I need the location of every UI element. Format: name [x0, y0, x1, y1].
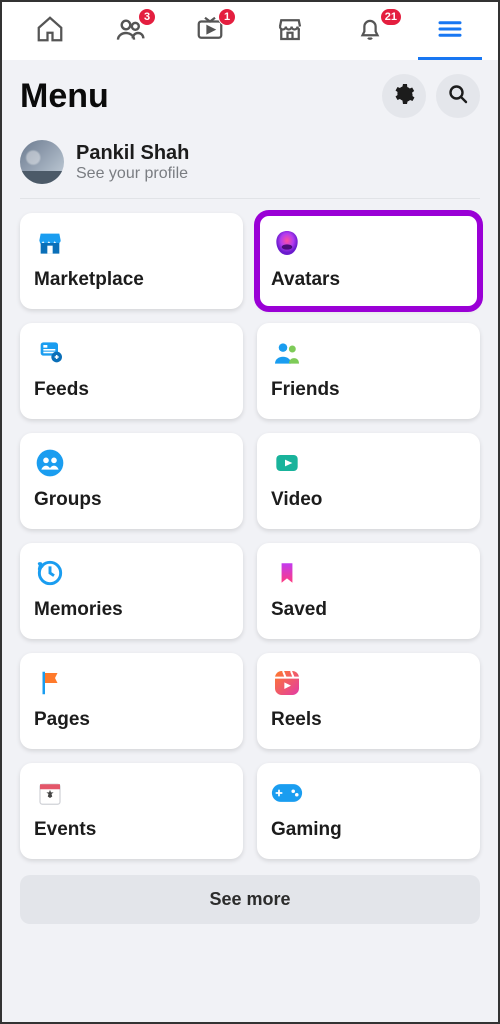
card-saved[interactable]: Saved: [257, 543, 480, 639]
hamburger-icon: [435, 14, 465, 49]
search-button[interactable]: [436, 74, 480, 118]
nav-menu[interactable]: [410, 2, 490, 60]
menu-header: Menu: [20, 74, 480, 118]
menu-page: Menu Pankil Shah See your profile Market…: [2, 60, 498, 1022]
profile-sub: See your profile: [76, 165, 189, 183]
card-friends[interactable]: Friends: [257, 323, 480, 419]
profile-text: Pankil Shah See your profile: [76, 142, 189, 183]
card-label: Video: [271, 489, 466, 511]
search-icon: [446, 82, 470, 111]
settings-button[interactable]: [382, 74, 426, 118]
videos-badge: 1: [218, 8, 236, 26]
card-label: Avatars: [271, 269, 466, 291]
clock-icon: [34, 557, 66, 589]
card-reels[interactable]: Reels: [257, 653, 480, 749]
storefront-icon: [275, 14, 305, 49]
card-gaming[interactable]: Gaming: [257, 763, 480, 859]
card-label: Feeds: [34, 379, 229, 401]
card-feeds[interactable]: Feeds: [20, 323, 243, 419]
card-memories[interactable]: Memories: [20, 543, 243, 639]
card-marketplace[interactable]: Marketplace: [20, 213, 243, 309]
friends-icon: [271, 337, 303, 369]
gear-icon: [392, 82, 416, 111]
notifications-badge: 21: [380, 8, 402, 26]
card-groups[interactable]: Groups: [20, 433, 243, 529]
card-avatars[interactable]: Avatars: [257, 213, 480, 309]
card-label: Marketplace: [34, 269, 229, 291]
nav-home[interactable]: [10, 2, 90, 60]
nav-marketplace[interactable]: [250, 2, 330, 60]
card-label: Pages: [34, 709, 229, 731]
card-label: Gaming: [271, 819, 466, 841]
avatar-blob-icon: [271, 227, 303, 259]
store-icon: [34, 227, 66, 259]
bookmark-icon: [271, 557, 303, 589]
card-pages[interactable]: Pages: [20, 653, 243, 749]
card-label: Saved: [271, 599, 466, 621]
card-label: Groups: [34, 489, 229, 511]
gamepad-icon: [271, 777, 303, 809]
card-label: Reels: [271, 709, 466, 731]
page-title: Menu: [20, 77, 109, 116]
calendar-icon: [34, 777, 66, 809]
menu-grid: Marketplace Avatars Feeds Friends Groups Vide…: [20, 213, 480, 859]
nav-videos[interactable]: 1: [170, 2, 250, 60]
header-actions: [382, 74, 480, 118]
nav-friends[interactable]: 3: [90, 2, 170, 60]
home-icon: [35, 14, 65, 49]
flag-icon: [34, 667, 66, 699]
friends-badge: 3: [138, 8, 156, 26]
card-events[interactable]: Events: [20, 763, 243, 859]
card-video[interactable]: Video: [257, 433, 480, 529]
top-nav: 3 1 21: [2, 2, 498, 60]
video-play-icon: [271, 447, 303, 479]
card-label: Friends: [271, 379, 466, 401]
see-more-button[interactable]: See more: [20, 875, 480, 924]
nav-notifications[interactable]: 21: [330, 2, 410, 60]
profile-name: Pankil Shah: [76, 142, 189, 165]
card-label: Events: [34, 819, 229, 841]
feeds-icon: [34, 337, 66, 369]
profile-row[interactable]: Pankil Shah See your profile: [20, 132, 480, 199]
card-label: Memories: [34, 599, 229, 621]
groups-icon: [34, 447, 66, 479]
reels-icon: [271, 667, 303, 699]
avatar: [20, 140, 64, 184]
